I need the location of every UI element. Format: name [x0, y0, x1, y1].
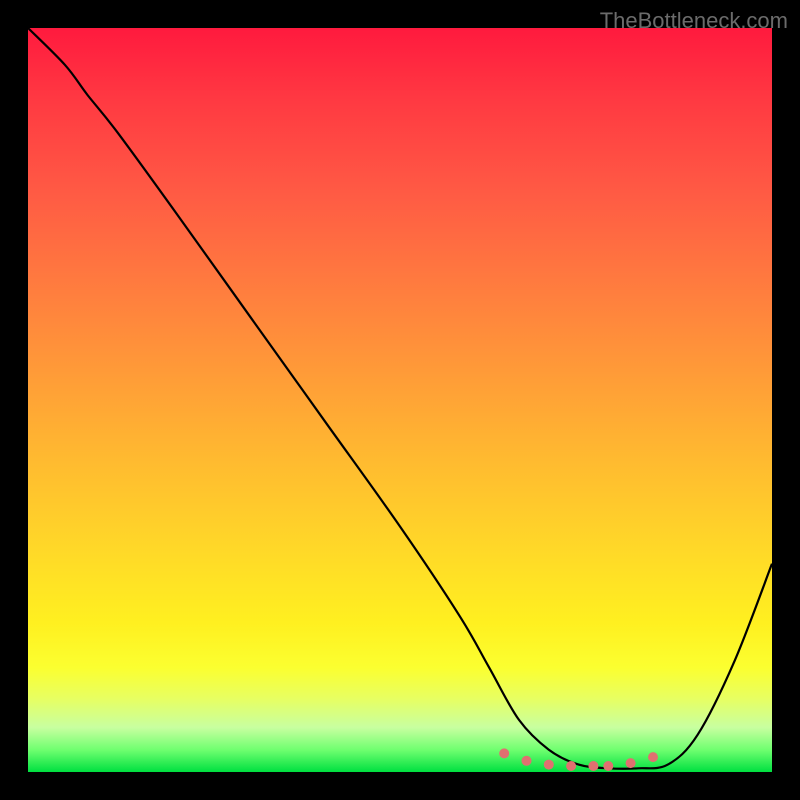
curve-dot: [499, 748, 509, 758]
curve-dot: [566, 761, 576, 771]
watermark-text: TheBottleneck.com: [600, 8, 788, 34]
gradient-background: [28, 28, 772, 772]
curve-dot: [603, 761, 613, 771]
curve-dot: [544, 760, 554, 770]
curve-dot: [626, 758, 636, 768]
chart-svg: [28, 28, 772, 772]
bottleneck-curve: [28, 28, 772, 769]
curve-dot: [588, 761, 598, 771]
curve-dot: [522, 756, 532, 766]
chart-plot-area: [28, 28, 772, 772]
curve-dot: [648, 752, 658, 762]
